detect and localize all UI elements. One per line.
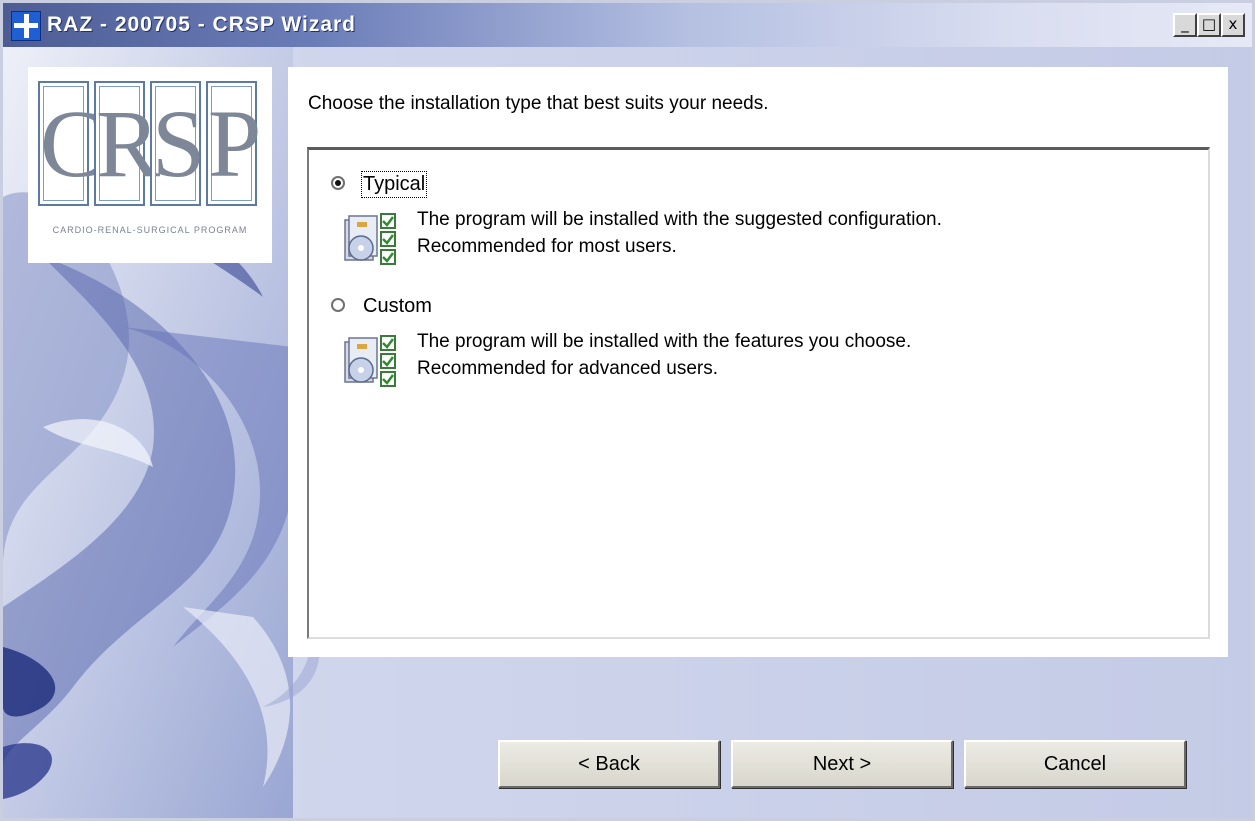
window-title: RAZ - 200705 - CRSP Wizard: [47, 13, 357, 36]
logo-letter-r: R: [94, 81, 160, 206]
install-package-icon: [344, 213, 396, 265]
typical-label[interactable]: Typical: [360, 171, 428, 198]
next-button[interactable]: Next >: [731, 740, 953, 788]
wizard-window: RAZ - 200705 - CRSP Wizard _ □ x C R S P…: [0, 0, 1255, 821]
instruction-text: Choose the installation type that best s…: [308, 93, 769, 114]
content-panel: Choose the installation type that best s…: [288, 67, 1228, 657]
close-button[interactable]: x: [1221, 13, 1245, 37]
install-package-icon: [344, 335, 396, 387]
typical-description-line: The program will be installed with the s…: [417, 209, 942, 230]
logo-tagline: CARDIO-RENAL-SURGICAL PROGRAM: [52, 225, 248, 235]
app-cross-icon[interactable]: [11, 11, 41, 41]
title-bar[interactable]: RAZ - 200705 - CRSP Wizard _ □ x: [3, 3, 1252, 47]
logo-letter-c: C: [38, 81, 104, 206]
cancel-button[interactable]: Cancel: [964, 740, 1186, 788]
back-button[interactable]: < Back: [498, 740, 720, 788]
custom-description-line: Recommended for advanced users.: [417, 358, 718, 379]
installation-type-group: Typical The program will be installed wi…: [307, 147, 1210, 639]
custom-label[interactable]: Custom: [363, 295, 432, 318]
typical-radio[interactable]: [331, 176, 345, 190]
typical-description: The program will be installed with the s…: [417, 206, 942, 260]
crsp-logo: C R S P CARDIO-RENAL-SURGICAL PROGRAM: [28, 67, 272, 263]
typical-description-line: Recommended for most users.: [417, 236, 677, 257]
maximize-button[interactable]: □: [1197, 13, 1221, 37]
custom-description-line: The program will be installed with the f…: [417, 331, 912, 352]
logo-letter-s: S: [150, 81, 205, 206]
custom-radio[interactable]: [331, 298, 345, 312]
logo-letter-p: P: [206, 81, 261, 206]
minimize-button[interactable]: _: [1173, 13, 1197, 37]
custom-description: The program will be installed with the f…: [417, 328, 911, 382]
